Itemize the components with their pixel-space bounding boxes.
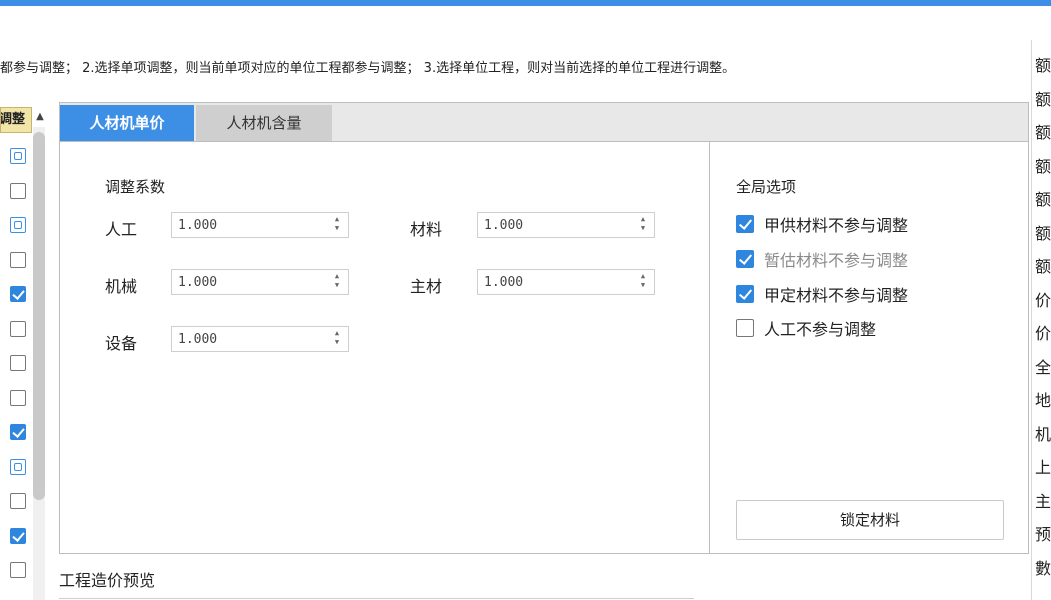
material-coefficient-input[interactable]: ▲▼ <box>477 212 655 238</box>
spin-arrows-icon[interactable]: ▲ ▼ <box>332 329 342 347</box>
checkbox-unchecked[interactable] <box>10 493 26 509</box>
spin-arrows-icon[interactable]: ▲ ▼ <box>638 215 648 233</box>
adjust-column-header: 调整 <box>0 107 32 133</box>
option-labor[interactable]: 人工不参与调整 <box>736 318 877 339</box>
checkbox-partial[interactable] <box>10 458 26 475</box>
clipped-cell: 全 <box>1035 357 1051 377</box>
unit-row-checkbox[interactable] <box>10 458 28 477</box>
global-options-title: 全局选项 <box>736 178 797 196</box>
checkbox-unchecked[interactable] <box>10 320 26 337</box>
checkbox-unchecked[interactable] <box>10 389 26 406</box>
checkbox-partial[interactable] <box>10 217 26 233</box>
machine-label: 机械 <box>105 277 138 296</box>
clipped-cell: 额 <box>1035 257 1051 276</box>
unit-row-checkbox[interactable] <box>10 527 28 546</box>
adjust-panel: 人材机单价 人材机含量 调整系数 人工 ▲▼ 材料 ▲▼ 机械 ▲▼ 主材 ▲▼… <box>59 102 1029 554</box>
right-clipped-column: 额额额额额额额价价全地机上主预數 <box>1031 40 1051 600</box>
option-supplied-material[interactable]: 甲供材料不参与调整 <box>736 214 909 235</box>
clipped-cell: 额 <box>1035 123 1051 142</box>
clipped-cell: 數 <box>1035 558 1051 578</box>
clipped-cell: 额 <box>1035 89 1051 109</box>
option-designated-material[interactable]: 甲定材料不参与调整 <box>736 284 909 305</box>
material-label: 材料 <box>410 220 443 239</box>
unit-row-checkbox[interactable] <box>10 320 28 339</box>
spin-arrows-icon[interactable]: ▲ ▼ <box>332 272 342 290</box>
tab-unit-price[interactable]: 人材机单价 <box>60 105 194 141</box>
checkbox-checked[interactable] <box>10 424 26 440</box>
machine-value[interactable] <box>172 270 318 294</box>
unit-row-checkbox[interactable] <box>10 217 28 235</box>
labor-value[interactable] <box>172 213 318 237</box>
checkbox-designated-material[interactable] <box>736 285 754 303</box>
clipped-cell: 额 <box>1035 56 1051 75</box>
equipment-coefficient-input[interactable]: ▲▼ <box>171 326 349 352</box>
clipped-cell: 价 <box>1035 324 1051 343</box>
clipped-cell: 额 <box>1035 190 1051 209</box>
lock-material-button[interactable]: 锁定材料 <box>736 500 1004 540</box>
adjust-coefficient-title: 调整系数 <box>105 178 166 196</box>
unit-row-checkbox[interactable] <box>10 182 28 201</box>
clipped-cell: 地 <box>1035 391 1051 410</box>
equipment-label: 设备 <box>105 334 138 353</box>
checkbox-checked[interactable] <box>10 286 26 302</box>
machine-coefficient-input[interactable]: ▲▼ <box>171 269 349 295</box>
panel-divider <box>709 142 710 553</box>
main-material-label: 主材 <box>410 277 443 296</box>
main-material-value[interactable] <box>478 270 624 294</box>
main-material-coefficient-input[interactable]: ▲▼ <box>477 269 655 295</box>
option-label: 甲供材料不参与调整 <box>764 216 909 235</box>
labor-label: 人工 <box>105 220 138 239</box>
option-label: 甲定材料不参与调整 <box>764 286 909 305</box>
material-value[interactable] <box>478 213 624 237</box>
checkbox-labor[interactable] <box>736 319 754 337</box>
unit-select-column: 调整 ▲ <box>0 107 50 600</box>
checkbox-supplied-material[interactable] <box>736 215 754 233</box>
checkbox-estimated-material[interactable] <box>736 250 754 268</box>
option-label: 暂估材料不参与调整 <box>764 251 909 270</box>
tab-quantity[interactable]: 人材机含量 <box>196 105 332 141</box>
preview-divider <box>59 598 694 599</box>
checkbox-unchecked[interactable] <box>10 251 26 268</box>
scroll-up-arrow-icon[interactable]: ▲ <box>32 107 48 127</box>
checkbox-unchecked[interactable] <box>10 562 26 578</box>
spin-arrows-icon[interactable]: ▲ ▼ <box>638 272 648 290</box>
clipped-cell: 上 <box>1035 458 1051 477</box>
unit-row-checkbox[interactable] <box>10 286 28 304</box>
clipped-cell: 预 <box>1035 525 1051 544</box>
unit-row-checkbox[interactable] <box>10 355 28 373</box>
unit-row-checkbox[interactable] <box>10 148 28 166</box>
unit-row-checkbox[interactable] <box>10 493 28 511</box>
instructions-text: 都参与调整； 2.选择单项调整，则当前单项对应的单位工程都参与调整； 3.选择单… <box>0 61 736 76</box>
checkbox-unchecked[interactable] <box>10 182 26 199</box>
cost-preview-label: 工程造价预览 <box>59 571 156 590</box>
spin-arrows-icon[interactable]: ▲ ▼ <box>332 215 342 233</box>
option-label: 人工不参与调整 <box>764 320 877 339</box>
checkbox-checked[interactable] <box>10 527 26 544</box>
window-title-bar <box>0 0 1051 6</box>
unit-row-checkbox[interactable] <box>10 562 28 580</box>
checkbox-partial[interactable] <box>10 148 26 164</box>
clipped-cell: 额 <box>1035 156 1051 176</box>
labor-coefficient-input[interactable]: ▲▼ <box>171 212 349 238</box>
clipped-cell: 主 <box>1035 491 1051 511</box>
unit-row-checkbox[interactable] <box>10 424 28 442</box>
scrollbar-thumb[interactable] <box>33 132 45 500</box>
clipped-cell: 额 <box>1035 223 1051 243</box>
tab-bar: 人材机单价 人材机含量 <box>60 103 1028 142</box>
checkbox-unchecked[interactable] <box>10 355 26 371</box>
unit-row-checkbox[interactable] <box>10 251 28 270</box>
clipped-cell: 机 <box>1035 424 1051 444</box>
clipped-cell: 价 <box>1035 290 1051 310</box>
option-estimated-material[interactable]: 暂估材料不参与调整 <box>736 249 909 270</box>
unit-row-checkbox[interactable] <box>10 389 28 408</box>
equipment-value[interactable] <box>172 327 318 351</box>
